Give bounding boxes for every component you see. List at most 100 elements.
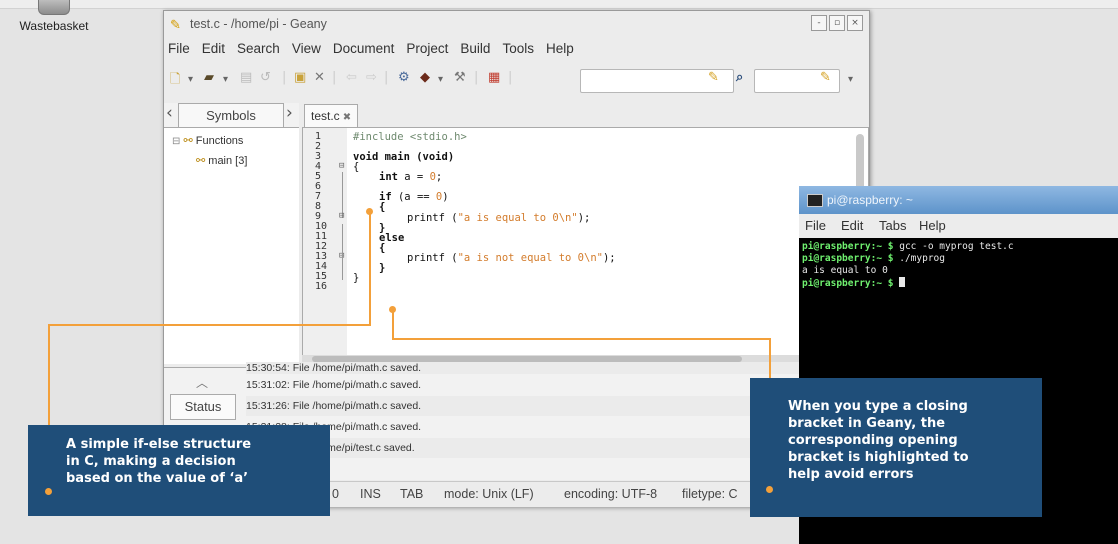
title-bar[interactable]: ✎ test.c - /home/pi - Geany - ▫ × [164, 11, 869, 37]
run-icon[interactable]: ⚒ [454, 70, 466, 85]
menu-view[interactable]: View [292, 41, 321, 56]
terminal-line: pi@raspberry:~ $ [802, 277, 906, 289]
symbols-tree: ⊟ ⚯ Functions ⚯ main [3] [164, 127, 299, 364]
menu-tools[interactable]: Tools [502, 41, 534, 56]
goto-dropdown-icon[interactable]: ▾ [848, 74, 853, 85]
maximize-button[interactable]: ▫ [829, 15, 845, 31]
terminal-menu-help[interactable]: Help [919, 218, 946, 233]
geany-app-icon: ✎ [170, 17, 181, 32]
line-number-gutter: 1 2 3 4 5 6 7 8 9 10 11 12 13 14 15 16 ⊟… [303, 128, 347, 356]
menu-project[interactable]: Project [406, 41, 448, 56]
chevron-left-icon[interactable]: ‹ [166, 103, 173, 123]
annotation-leader [392, 338, 771, 340]
terminal-menu-bar: File Edit Tabs Help [799, 214, 1118, 238]
terminal-title-bar[interactable]: pi@raspberry: ~ [799, 186, 1118, 214]
close-file-icon[interactable]: ✕ [314, 70, 325, 85]
annotation-dot [45, 488, 52, 495]
code-editor[interactable]: 1 2 3 4 5 6 7 8 9 10 11 12 13 14 15 16 ⊟… [302, 127, 869, 357]
tab-test-c[interactable]: test.c ✖ [304, 104, 359, 127]
editor-tabs: test.c ✖ [302, 103, 867, 127]
menu-build[interactable]: Build [460, 41, 490, 56]
status-insert-mode: INS [360, 487, 381, 501]
color-chooser-icon[interactable]: ▦ [488, 70, 500, 85]
window-controls: - ▫ × [811, 15, 863, 31]
tree-item-main[interactable]: ⚯ main [3] [196, 154, 247, 167]
fold-marker-icon[interactable]: ⊟ [339, 161, 344, 171]
build-icon[interactable]: ◆ [420, 70, 430, 85]
wastebasket[interactable]: Wastebasket [14, 0, 94, 33]
annotation-leader [369, 212, 371, 326]
code-text: a = [397, 171, 430, 183]
menu-edit[interactable]: Edit [202, 41, 225, 56]
list-item: 15:30:54: File /home/pi/math.c saved. [246, 362, 806, 374]
window-title: test.c - /home/pi - Geany [190, 17, 327, 31]
annotation-leader [392, 310, 394, 340]
menu-bar: File Edit Search View Document Project B… [168, 41, 574, 56]
terminal-command: gcc -o myprog test.c [893, 241, 1014, 252]
chevron-right-icon[interactable]: › [286, 103, 293, 123]
code-text: printf ( [407, 212, 458, 224]
wastebasket-icon[interactable] [38, 0, 70, 15]
status-filetype: filetype: C [682, 487, 738, 501]
revert-icon[interactable]: ↺ [260, 70, 271, 85]
status-indent: TAB [400, 487, 424, 501]
compile-icon[interactable]: ⚙ [398, 70, 410, 85]
menu-file[interactable]: File [168, 41, 190, 56]
separator-5: | [508, 70, 513, 85]
open-dropdown-icon[interactable]: ▾ [223, 74, 228, 85]
save-all-icon[interactable]: ▣ [294, 70, 306, 85]
tab-label: test.c [311, 109, 340, 123]
terminal-line: pi@raspberry:~ $ ./myprog [802, 253, 945, 264]
new-file-icon[interactable]: 🗋 [170, 70, 180, 92]
code-line-1: #include <stdio.h> [353, 131, 467, 143]
code-line-14: } [379, 262, 386, 274]
annotation-callout-right: When you type a closing bracket in Geany… [750, 378, 1042, 517]
build-dropdown-icon[interactable]: ▾ [438, 74, 443, 85]
code-string: "a is equal to 0\n" [457, 212, 578, 224]
terminal-menu-edit[interactable]: Edit [841, 218, 863, 233]
collapse-icon[interactable]: ⊟ [172, 136, 180, 147]
menu-help[interactable]: Help [546, 41, 574, 56]
forward-icon[interactable]: ⇨ [366, 70, 377, 85]
code-text: ; [435, 171, 443, 183]
editor-panel: test.c ✖ 1 2 3 4 5 6 7 8 9 10 11 12 13 14… [302, 103, 869, 363]
save-icon[interactable]: ▤ [240, 70, 252, 85]
terminal-menu-file[interactable]: File [805, 218, 826, 233]
menu-search[interactable]: Search [237, 41, 280, 56]
clear-search-icon[interactable]: ✎ [708, 70, 719, 85]
terminal-line: pi@raspberry:~ $ gcc -o myprog test.c [802, 241, 1014, 252]
minimize-button[interactable]: - [811, 15, 827, 31]
annotation-text: When you type a closing bracket in Geany… [788, 399, 969, 482]
clear-goto-icon[interactable]: ✎ [820, 70, 831, 85]
code-text: ); [577, 212, 591, 224]
back-icon[interactable]: ⇦ [346, 70, 357, 85]
menu-document[interactable]: Document [333, 41, 395, 56]
tree-group-label: Functions [195, 135, 244, 147]
fold-marker-icon[interactable]: ⊟ [339, 211, 344, 221]
search-icon[interactable]: ⌕ [736, 70, 743, 85]
new-dropdown-icon[interactable]: ▾ [188, 74, 193, 85]
terminal-prompt: pi@raspberry:~ $ [802, 278, 894, 289]
code-line-12: { [379, 242, 386, 254]
code-line-8: { [379, 201, 386, 213]
open-folder-icon[interactable]: ▰ [204, 70, 214, 85]
separator-4: | [474, 70, 479, 85]
terminal-title: pi@raspberry: ~ [827, 193, 913, 207]
tab-status[interactable]: Status [170, 394, 236, 420]
tree-group-functions[interactable]: ⊟ ⚯ Functions [172, 134, 243, 147]
list-item: 15:31:33: File /home/pi/test.c saved. [246, 438, 806, 458]
code-line-13: printf ("a is not equal to 0\n"); [407, 252, 616, 264]
code-line-9: printf ("a is equal to 0\n"); [407, 212, 590, 224]
chevron-up-icon[interactable]: ︿ [196, 374, 208, 391]
code-line-3: void main (void) [353, 151, 455, 163]
close-tab-icon[interactable]: ✖ [343, 112, 351, 123]
tab-symbols[interactable]: Symbols [178, 103, 284, 128]
status-encoding: encoding: UTF-8 [564, 487, 658, 501]
tree-item-label: main [3] [208, 155, 248, 167]
toolbar: 🗋 ▾ ▰ ▾ ▤ ↺ | ▣ ✕ | ⇦ ⇨ | ⚙ ◆ ▾ ⚒ | ▦ | … [168, 69, 863, 95]
close-button[interactable]: × [847, 15, 863, 31]
terminal-prompt: pi@raspberry:~ $ [802, 241, 894, 252]
code-line-7: if (a == 0) [379, 191, 449, 203]
terminal-menu-tabs[interactable]: Tabs [879, 218, 906, 233]
list-item: 15:31:02: File /home/pi/math.c saved. [246, 379, 422, 391]
